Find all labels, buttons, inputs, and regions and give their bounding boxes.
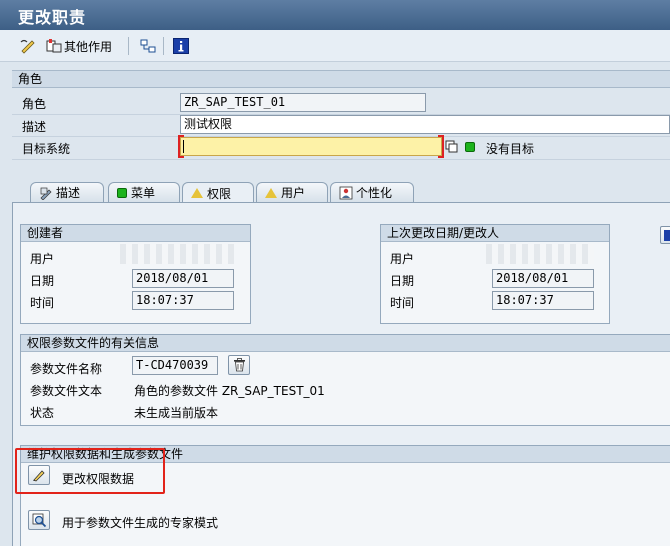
profile-name-field: T-CD470039 (132, 356, 218, 375)
green-status-icon (117, 187, 127, 198)
yellow-triangle-icon (265, 187, 277, 198)
expert-mode-icon-button[interactable] (28, 510, 50, 530)
role-field[interactable]: ZR_SAP_TEST_01 (180, 93, 426, 112)
personalization-icon (339, 186, 353, 199)
glasses-pencil-icon (20, 39, 35, 54)
tab-label: 用户 (281, 186, 306, 200)
green-status-icon (465, 142, 475, 152)
copy-icon[interactable] (445, 140, 459, 154)
tab-menu[interactable]: 菜单 (108, 182, 180, 202)
created-by-header: 创建者 (21, 225, 250, 242)
profile-info-header: 权限参数文件的有关信息 (21, 335, 670, 352)
changed-user-redacted (486, 244, 594, 264)
tab-description[interactable]: 描述 (30, 182, 104, 202)
hierarchy-button[interactable] (140, 36, 156, 56)
profile-name-label: 参数文件名称 (30, 362, 103, 376)
tab-authorizations[interactable]: 权限 (182, 182, 254, 203)
role-label: 角色 (22, 97, 47, 111)
yellow-triangle-icon (191, 188, 203, 198)
created-user-redacted (120, 244, 234, 264)
tab-label: 描述 (56, 186, 81, 200)
tab-label: 个性化 (356, 186, 393, 200)
magnifier-icon (32, 513, 47, 528)
other-functions-label: 其他作用 (64, 39, 113, 54)
role-section-header: 角色 (12, 70, 670, 88)
description-label: 描述 (22, 120, 47, 134)
profile-text-value: 角色的参数文件 ZR_SAP_TEST_01 (134, 384, 325, 398)
trash-icon (234, 358, 245, 372)
no-target-label: 没有目标 (486, 142, 535, 156)
profile-text-label: 参数文件文本 (30, 384, 103, 398)
created-date-label: 日期 (30, 274, 55, 288)
tab-label: 菜单 (131, 186, 156, 200)
created-time-field: 18:07:37 (132, 291, 234, 310)
created-user-label: 用户 (30, 252, 55, 266)
info-icon (173, 38, 189, 54)
info-button[interactable] (660, 226, 670, 244)
application-toolbar: 其他作用 (0, 30, 670, 62)
tab-users[interactable]: 用户 (256, 182, 328, 202)
tab-label: 权限 (207, 186, 232, 201)
changed-date-label: 日期 (390, 274, 415, 288)
hierarchy-icon (140, 39, 156, 53)
tab-personalization[interactable]: 个性化 (330, 182, 414, 202)
changed-time-field: 18:07:37 (492, 291, 594, 310)
other-functions-button[interactable]: 其他作用 (46, 36, 112, 56)
profile-info-box: 权限参数文件的有关信息 (20, 334, 670, 426)
changed-time-label: 时间 (390, 296, 415, 310)
pencil-icon (40, 187, 52, 200)
window-title: 更改职责 (18, 8, 87, 27)
delete-profile-button[interactable] (228, 355, 250, 375)
description-field[interactable]: 测试权限 (180, 115, 670, 134)
info-icon (664, 230, 670, 241)
expert-mode-link[interactable]: 用于参数文件生成的专家模式 (62, 514, 218, 531)
target-system-label: 目标系统 (22, 142, 71, 156)
changed-date-field: 2018/08/01 (492, 269, 594, 288)
highlight-annotation (15, 448, 165, 494)
target-system-field[interactable] (180, 137, 442, 156)
required-marker-left (178, 135, 184, 158)
title-bar: 更改职责 (0, 0, 670, 30)
changed-user-label: 用户 (390, 252, 415, 266)
other-functions-icon (46, 39, 62, 53)
created-time-label: 时间 (30, 296, 55, 310)
display-change-button[interactable] (20, 36, 36, 56)
required-marker-right (438, 135, 444, 158)
last-changed-header: 上次更改日期/更改人 (381, 225, 609, 242)
profile-status-value: 未生成当前版本 (134, 406, 219, 420)
information-button[interactable] (173, 36, 189, 56)
profile-status-label: 状态 (30, 406, 55, 420)
created-date-field: 2018/08/01 (132, 269, 234, 288)
